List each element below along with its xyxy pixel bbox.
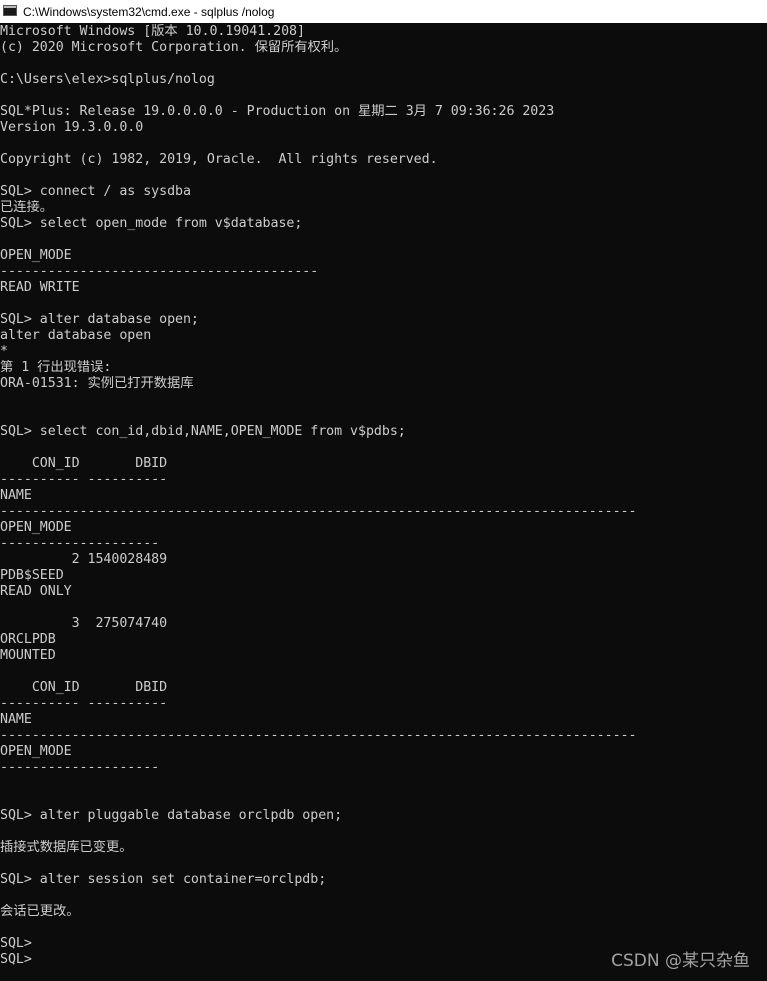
console-line: ORA-01531: 实例已打开数据库 xyxy=(0,376,194,391)
console-line: 插接式数据库已变更。 xyxy=(0,840,133,855)
console-line: READ WRITE xyxy=(0,280,80,295)
title-bar[interactable]: C:\Windows\system32\cmd.exe - sqlplus /n… xyxy=(0,0,767,23)
console-line: SQL> alter pluggable database orclpdb op… xyxy=(0,808,343,823)
console-line: 已连接。 xyxy=(0,200,53,215)
console-line: (c) 2020 Microsoft Corporation. 保留所有权利。 xyxy=(0,40,348,55)
console-line: alter database open xyxy=(0,328,152,343)
console-line: MOUNTED xyxy=(0,648,56,663)
console-line: ---------------------------------------- xyxy=(0,264,319,279)
console-line: 3 275074740 xyxy=(0,616,168,631)
console-line: ORCLPDB xyxy=(0,632,56,647)
console-line: CON_ID DBID xyxy=(0,456,168,471)
console-line: 会话已更改。 xyxy=(0,904,80,919)
console-line: 第 1 行出现错误: xyxy=(0,360,112,375)
console-line: PDB$SEED xyxy=(0,568,64,583)
console-line: SQL> select con_id,dbid,NAME,OPEN_MODE f… xyxy=(0,424,406,439)
console-line: OPEN_MODE xyxy=(0,248,72,263)
watermark: CSDN @某只杂鱼 xyxy=(611,951,750,971)
console-line: 2 1540028489 xyxy=(0,552,168,567)
console-line: ---------- ---------- xyxy=(0,696,168,711)
console-line: Version 19.3.0.0.0 xyxy=(0,120,144,135)
console-line: C:\Users\elex>sqlplus/nolog xyxy=(0,72,215,87)
console-line: ---------- ---------- xyxy=(0,472,168,487)
console-line: -------------------- xyxy=(0,760,160,775)
console-output[interactable]: Microsoft Windows [版本 10.0.19041.208] (c)… xyxy=(0,24,767,981)
console-line: ----------------------------------------… xyxy=(0,504,637,519)
console-line: ----------------------------------------… xyxy=(0,728,637,743)
console-line: NAME xyxy=(0,712,32,727)
console-line: OPEN_MODE xyxy=(0,744,72,759)
console-line: -------------------- xyxy=(0,536,160,551)
console-line: NAME xyxy=(0,488,32,503)
console-line: SQL> alter database open; xyxy=(0,312,199,327)
cmd-icon xyxy=(3,5,17,16)
console-line: OPEN_MODE xyxy=(0,520,72,535)
console-line: Microsoft Windows [版本 10.0.19041.208] xyxy=(0,24,305,39)
window-title: C:\Windows\system32\cmd.exe - sqlplus /n… xyxy=(23,4,275,19)
console-line: SQL> select open_mode from v$database; xyxy=(0,216,303,231)
console-line: Copyright (c) 1982, 2019, Oracle. All ri… xyxy=(0,152,438,167)
console-line: SQL> alter session set container=orclpdb… xyxy=(0,872,327,887)
console-line: SQL*Plus: Release 19.0.0.0.0 - Productio… xyxy=(0,104,555,119)
console-line: SQL> connect / as sysdba xyxy=(0,184,191,199)
console-line: * xyxy=(0,344,8,359)
console-line: READ ONLY xyxy=(0,584,72,599)
console-line: CON_ID DBID xyxy=(0,680,168,695)
